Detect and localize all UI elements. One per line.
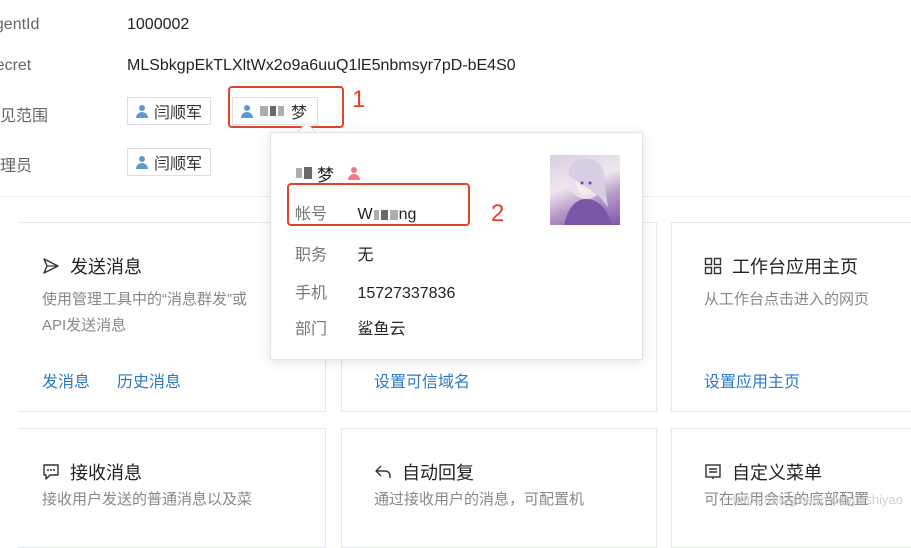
dept-value: 鲨鱼云 [357,321,406,338]
female-user-icon [348,167,360,180]
send-message-link[interactable]: 发消息 [42,368,90,392]
visible-range-label: 可见范围 [0,108,49,125]
annotation-number-1: 1 [352,86,366,113]
user-profile-popup: 梦 帐号 Wng 职务 无 手机 15727337836 部门 鲨鱼云 [270,132,643,360]
send-icon [42,257,60,275]
visible-user-name: 闫顺军 [154,105,203,122]
card-send-title: 发送消息 [70,257,142,277]
annotation-box-1 [228,86,344,128]
popup-position-row: 职务 无 [295,241,373,265]
card-receive-message: 接收消息 接收用户发送的普通消息以及菜 [18,428,326,548]
agentid-value: 1000002 [127,16,190,33]
position-label: 职务 [295,247,328,264]
admin-label: 管理员 [0,158,33,175]
card-auto-reply: 自动回复 通过接收用户的消息，可配置机 [341,428,657,548]
redacted-name [295,165,313,183]
annotation-number-2: 2 [491,200,505,227]
reply-icon [374,463,392,481]
history-message-link[interactable]: 历史消息 [117,368,181,392]
user-icon [136,155,148,169]
card-menu-title: 自定义菜单 [732,463,822,483]
card-autoreply-desc: 通过接收用户的消息，可配置机 [374,491,585,508]
agentid-label: agentId [0,16,40,33]
set-app-home-link[interactable]: 设置应用主页 [704,368,800,392]
popup-phone-row: 手机 15727337836 [295,279,455,303]
secret-value: MLSbkgpEkTLXltWx2o9a6uuQ1lE5nbmsyr7pD-bE… [127,57,516,74]
secret-label: Secret [0,57,32,74]
visible-user-tag[interactable]: 闫顺军 [127,97,212,125]
grid-icon [704,257,722,275]
phone-label: 手机 [295,285,328,302]
card-workbench-desc: 从工作台点击进入的网页 [704,291,870,308]
card-receive-title: 接收消息 [70,463,142,483]
card-autoreply-title: 自动回复 [402,463,474,483]
card-send-desc-line1: 使用管理工具中的“消息群发”或 [42,291,247,308]
dept-label: 部门 [295,321,328,338]
user-icon [136,104,148,118]
admin-user-tag[interactable]: 闫顺军 [127,148,212,176]
menu-icon [704,463,722,481]
watermark-text: https://blog.csdn.net/jiushiyao [732,492,903,507]
admin-user-name: 闫顺军 [154,156,203,173]
set-trusted-domain-link[interactable]: 设置可信域名 [374,368,470,392]
card-workbench-home: 工作台应用主页 从工作台点击进入的网页 设置应用主页 [671,222,911,412]
phone-value: 15727337836 [357,285,456,302]
chat-icon [42,463,60,481]
user-avatar [550,155,620,225]
card-send-desc-line2: API发送消息 [42,317,127,334]
annotation-box-2 [287,183,470,226]
card-custom-menu: 自定义菜单 可在应用会话的底部配置 [671,428,911,548]
card-receive-desc: 接收用户发送的普通消息以及菜 [42,491,253,508]
card-workbench-title: 工作台应用主页 [732,257,858,277]
position-value: 无 [357,247,374,264]
popup-dept-row: 部门 鲨鱼云 [295,315,405,339]
